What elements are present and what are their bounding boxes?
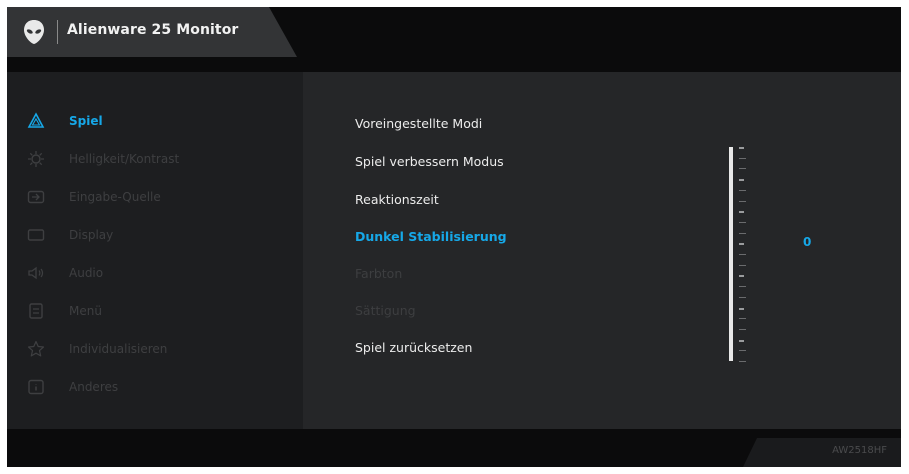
sidebar-item-label: Individualisieren (69, 342, 168, 356)
menu-icon (29, 303, 43, 319)
slider-tick (739, 307, 744, 310)
slider-tick (739, 350, 746, 352)
slider-tick (739, 286, 746, 288)
sidebar-item-spiel[interactable]: Spiel (7, 110, 303, 134)
sidebar-menu: Spiel Helligkeit/Kontrast Eingabe-Quelle… (7, 72, 303, 429)
slider-tick (739, 318, 746, 320)
monitor-osd: Alienware 25 Monitor Spiel Helligkeit/Ko… (7, 7, 901, 467)
slider-tick (739, 254, 746, 255)
display-icon (27, 229, 45, 241)
slider-tick (739, 328, 746, 330)
model-name: AW2518HF (832, 445, 887, 456)
slider-tick (739, 361, 746, 362)
brightness-icon (28, 151, 44, 167)
settings-panel: Voreingestellte Modi Spiel verbessern Mo… (303, 72, 901, 429)
slider-tick (739, 147, 744, 149)
slider-tick (739, 339, 744, 342)
speaker-icon (28, 266, 44, 280)
header-divider (57, 20, 58, 44)
info-icon (28, 379, 44, 395)
slider-tick (739, 157, 746, 159)
header-tab: Alienware 25 Monitor (7, 7, 297, 57)
option-spiel-verbessern-modus[interactable]: Spiel verbessern Modus (355, 154, 504, 169)
sidebar-item-label: Helligkeit/Kontrast (69, 152, 180, 166)
input-source-icon (27, 190, 45, 204)
option-spiel-zuruecksetzen[interactable]: Spiel zurücksetzen (355, 340, 472, 355)
option-farbton: Farbton (355, 266, 403, 281)
sidebar-item-anderes[interactable]: Anderes (7, 376, 303, 400)
sidebar-item-helligkeit[interactable]: Helligkeit/Kontrast (7, 148, 303, 172)
game-triangle-icon (27, 112, 45, 128)
slider-value: 0 (803, 235, 812, 249)
option-reaktionszeit[interactable]: Reaktionszeit (355, 192, 439, 207)
sidebar-item-label: Audio (69, 266, 104, 280)
slider-tick (739, 264, 746, 266)
slider-tick (739, 232, 746, 234)
slider-tick (739, 296, 746, 298)
slider-tick (739, 189, 746, 191)
sidebar-item-label: Spiel (69, 114, 103, 128)
dark-stabilizer-slider[interactable] (729, 147, 733, 361)
sidebar-item-menu[interactable]: Menü (7, 300, 303, 324)
alien-head-icon (24, 20, 44, 44)
star-icon (27, 340, 45, 357)
sidebar-item-label: Display (69, 228, 114, 242)
sidebar-item-individualisieren[interactable]: Individualisieren (7, 338, 303, 362)
slider-tick (739, 211, 744, 214)
option-voreingestellte-modi[interactable]: Voreingestellte Modi (355, 116, 482, 131)
footer-bar: AW2518HF (7, 429, 901, 467)
sidebar-item-audio[interactable]: Audio (7, 262, 303, 286)
slider-tick (739, 221, 746, 223)
slider-tick (739, 243, 744, 246)
option-saettigung: Sättigung (355, 303, 416, 318)
option-dunkel-stabilisierung[interactable]: Dunkel Stabilisierung (355, 229, 507, 244)
slider-tick (739, 200, 746, 202)
slider-tick (739, 275, 744, 278)
sidebar-item-label: Anderes (69, 380, 119, 394)
page-title: Alienware 25 Monitor (67, 22, 239, 38)
slider-tick (739, 168, 746, 170)
sidebar-item-label: Menü (69, 304, 102, 318)
sidebar-item-eingabe[interactable]: Eingabe-Quelle (7, 186, 303, 210)
slider-tick (739, 179, 744, 182)
sidebar-item-label: Eingabe-Quelle (69, 190, 161, 204)
sidebar-item-display[interactable]: Display (7, 224, 303, 248)
